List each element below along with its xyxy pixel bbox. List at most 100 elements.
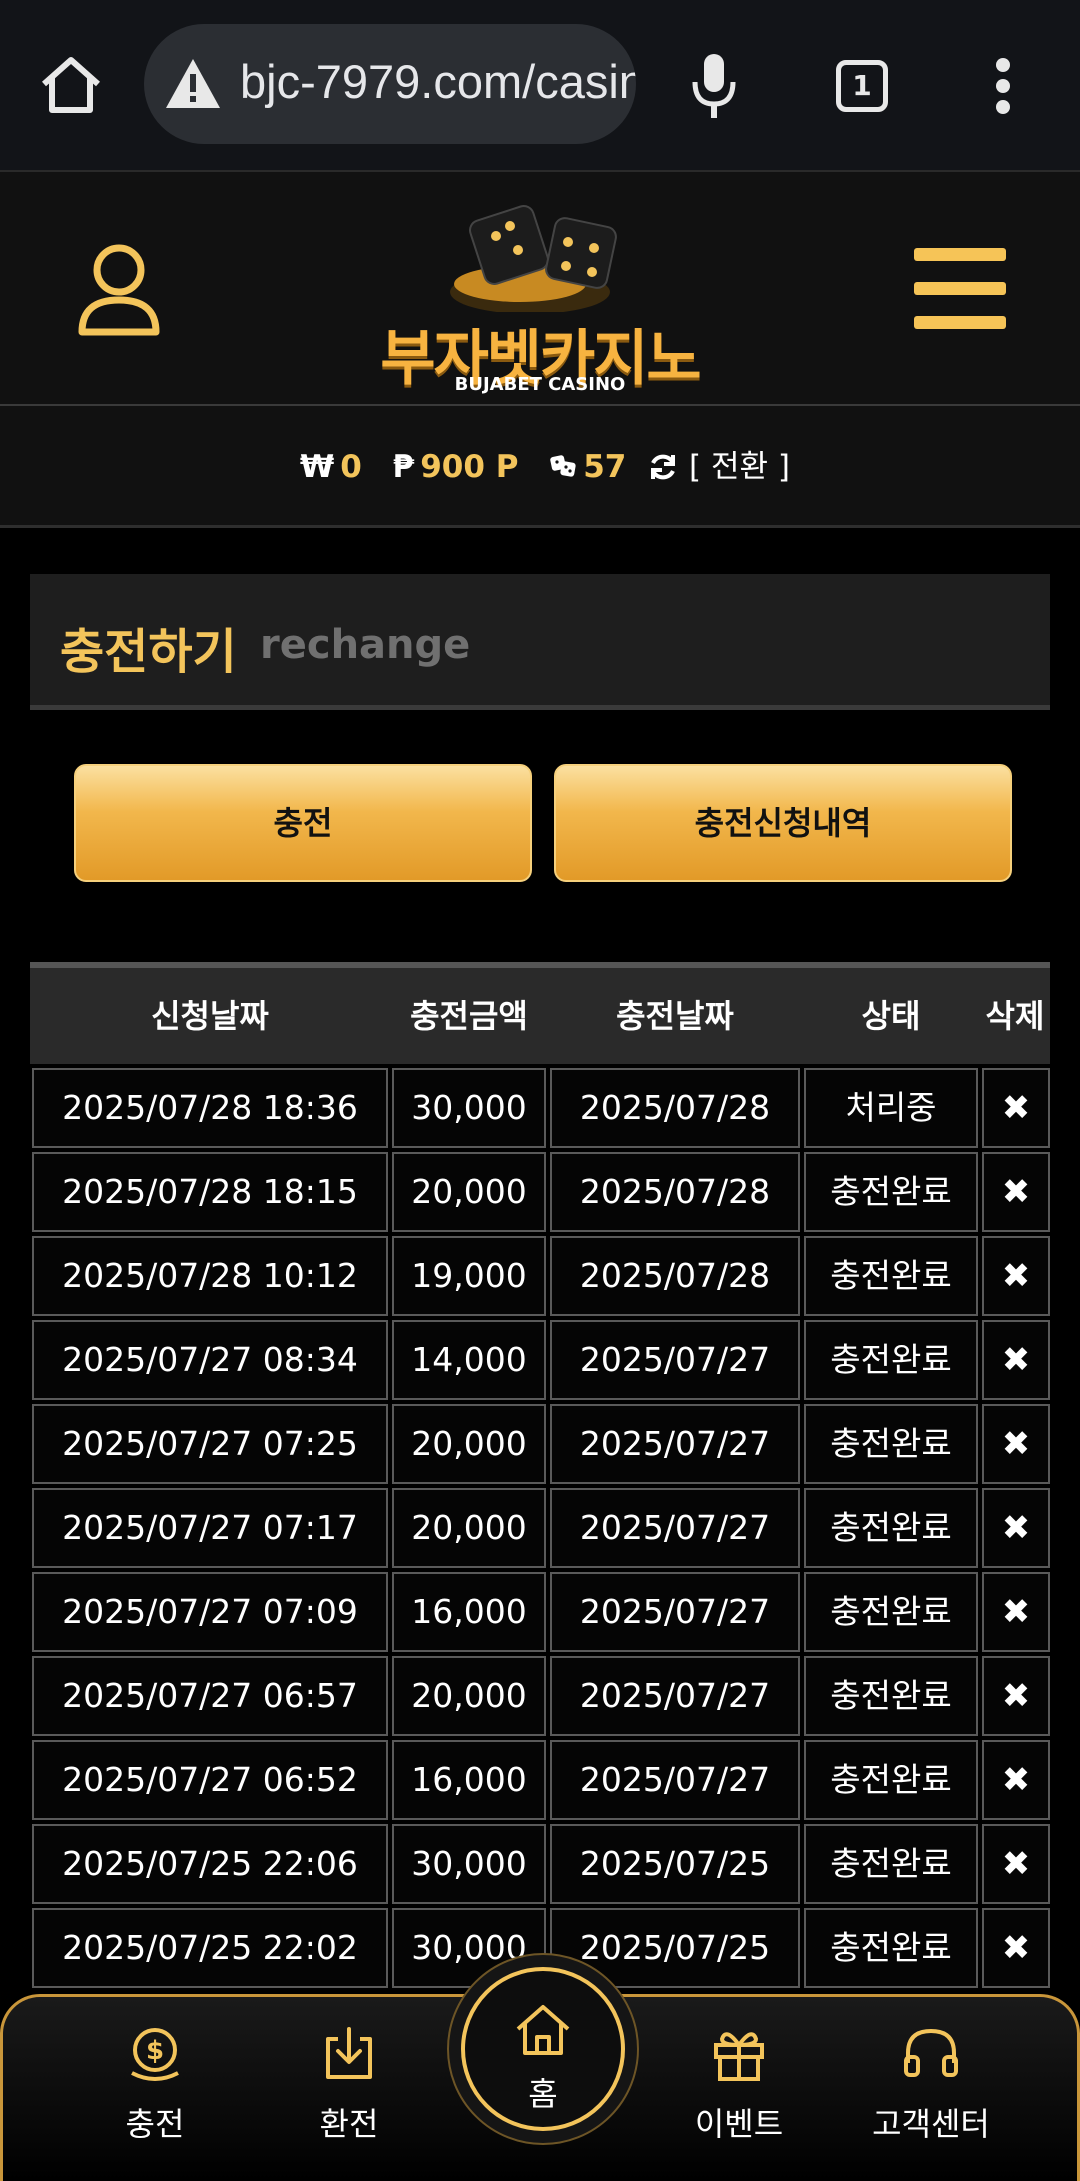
chip-balance: 57 bbox=[549, 406, 626, 528]
cell-requested-date: 2025/07/28 18:15 bbox=[32, 1152, 388, 1232]
nav-label: 고객센터 bbox=[872, 2105, 990, 2143]
microphone-icon[interactable] bbox=[690, 50, 738, 120]
cell-status: 충전완료 bbox=[804, 1320, 978, 1400]
nav-withdraw[interactable]: 환전 bbox=[269, 2023, 429, 2145]
cell-status: 충전완료 bbox=[804, 1404, 978, 1484]
cell-status: 충전완료 bbox=[804, 1488, 978, 1568]
delete-icon[interactable]: ✖ bbox=[982, 1656, 1050, 1736]
table-row: 2025/07/25 22:06 30,000 2025/07/25 충전완료 ✖ bbox=[30, 1820, 1050, 1904]
cell-amount: 30,000 bbox=[392, 1068, 546, 1148]
delete-icon[interactable]: ✖ bbox=[982, 1068, 1050, 1148]
cell-requested-date: 2025/07/27 07:17 bbox=[32, 1488, 388, 1568]
site-logo[interactable]: 부자벳카지노 BUJABET CASINO bbox=[380, 192, 702, 395]
section-title: 충전하기 bbox=[60, 624, 237, 680]
cell-charged-date: 2025/07/27 bbox=[550, 1740, 800, 1820]
download-icon bbox=[326, 2027, 372, 2079]
won-icon: ₩ bbox=[300, 449, 335, 485]
nav-label: 충전 bbox=[125, 2105, 185, 2143]
nav-label: 홈 bbox=[528, 2075, 558, 2113]
cell-charged-date: 2025/07/27 bbox=[550, 1656, 800, 1736]
switch-label: [ 전환 ] bbox=[689, 449, 790, 485]
delete-icon[interactable]: ✖ bbox=[982, 1236, 1050, 1316]
balance-bar: ₩0 ₱ 900 P 57 [ 전환 ] bbox=[0, 406, 1080, 528]
cell-charged-date: 2025/07/27 bbox=[550, 1488, 800, 1568]
table-header: 신청날짜 충전금액 충전날짜 상태 삭제 bbox=[30, 962, 1050, 1064]
table-body: 2025/07/28 18:36 30,000 2025/07/28 처리중 ✖ 2025… bbox=[30, 1064, 1050, 1988]
bottom-nav: $ 충전 환전 홈 이벤트 고객센터 bbox=[0, 1953, 1080, 2181]
nav-event[interactable]: 이벤트 bbox=[659, 2023, 819, 2145]
column-header: 충전금액 bbox=[410, 997, 528, 1035]
switch-button[interactable]: [ 전환 ] bbox=[647, 406, 790, 528]
cell-requested-date: 2025/07/27 06:52 bbox=[32, 1740, 388, 1820]
delete-icon[interactable]: ✖ bbox=[982, 1908, 1050, 1988]
cell-charged-date: 2025/07/27 bbox=[550, 1320, 800, 1400]
dollar-coin-icon: $ bbox=[131, 2028, 179, 2081]
table-row: 2025/07/27 06:57 20,000 2025/07/27 충전완료 ✖ bbox=[30, 1652, 1050, 1736]
cell-amount: 30,000 bbox=[392, 1824, 546, 1904]
dice-logo-icon bbox=[450, 205, 617, 312]
cell-charged-date: 2025/07/27 bbox=[550, 1572, 800, 1652]
charge-button[interactable]: 충전 bbox=[74, 764, 532, 882]
charge-history-table: 신청날짜 충전금액 충전날짜 상태 삭제 2025/07/28 18:36 30,… bbox=[30, 962, 1050, 1988]
table-row: 2025/07/27 06:52 16,000 2025/07/27 충전완료 ✖ bbox=[30, 1736, 1050, 1820]
table-row: 2025/07/28 10:12 19,000 2025/07/28 충전완료 ✖ bbox=[30, 1232, 1050, 1316]
delete-icon[interactable]: ✖ bbox=[982, 1320, 1050, 1400]
column-header: 충전날짜 bbox=[616, 997, 734, 1035]
cell-charged-date: 2025/07/28 bbox=[550, 1152, 800, 1232]
cell-charged-date: 2025/07/25 bbox=[550, 1824, 800, 1904]
delete-icon[interactable]: ✖ bbox=[982, 1404, 1050, 1484]
column-header: 상태 bbox=[861, 997, 921, 1035]
svg-text:$: $ bbox=[146, 2036, 164, 2066]
cell-charged-date: 2025/07/28 bbox=[550, 1236, 800, 1316]
dice-icon bbox=[550, 455, 576, 477]
charge-history-button[interactable]: 충전신청내역 bbox=[554, 764, 1012, 882]
cell-requested-date: 2025/07/27 07:25 bbox=[32, 1404, 388, 1484]
url-text: bjc-7979.com/casino bbox=[240, 55, 636, 108]
site-header: 부자벳카지노 BUJABET CASINO bbox=[0, 170, 1080, 406]
browser-home-icon[interactable] bbox=[38, 52, 104, 118]
table-row: 2025/07/27 07:09 16,000 2025/07/27 충전완료 ✖ bbox=[30, 1568, 1050, 1652]
column-header: 삭제 bbox=[985, 997, 1045, 1035]
cell-status: 충전완료 bbox=[804, 1152, 978, 1232]
cell-requested-date: 2025/07/25 22:06 bbox=[32, 1824, 388, 1904]
hamburger-menu-icon[interactable] bbox=[914, 248, 1006, 330]
address-bar[interactable]: bjc-7979.com/casino bbox=[144, 24, 636, 144]
nav-home[interactable]: 홈 bbox=[461, 1967, 625, 2131]
cell-amount: 16,000 bbox=[392, 1572, 546, 1652]
browser-menu-icon[interactable] bbox=[996, 58, 1012, 114]
user-icon[interactable] bbox=[76, 242, 162, 338]
delete-icon[interactable]: ✖ bbox=[982, 1824, 1050, 1904]
browser-toolbar: bjc-7979.com/casino 1 bbox=[0, 0, 1080, 170]
nav-support[interactable]: 고객센터 bbox=[851, 2023, 1011, 2145]
delete-icon[interactable]: ✖ bbox=[982, 1152, 1050, 1232]
table-row: 2025/07/27 08:34 14,000 2025/07/27 충전완료 ✖ bbox=[30, 1316, 1050, 1400]
cell-status: 처리중 bbox=[804, 1068, 978, 1148]
warning-icon bbox=[166, 59, 220, 108]
delete-icon[interactable]: ✖ bbox=[982, 1740, 1050, 1820]
cell-requested-date: 2025/07/28 10:12 bbox=[32, 1236, 388, 1316]
table-row: 2025/07/28 18:15 20,000 2025/07/28 충전완료 ✖ bbox=[30, 1148, 1050, 1232]
cell-amount: 20,000 bbox=[392, 1656, 546, 1736]
nav-label: 환전 bbox=[319, 2105, 379, 2143]
logo-subtitle: BUJABET CASINO bbox=[454, 374, 626, 395]
table-row: 2025/07/27 07:25 20,000 2025/07/27 충전완료 ✖ bbox=[30, 1400, 1050, 1484]
cell-amount: 20,000 bbox=[392, 1404, 546, 1484]
cell-charged-date: 2025/07/27 bbox=[550, 1404, 800, 1484]
nav-charge[interactable]: $ 충전 bbox=[75, 2023, 235, 2145]
cell-status: 충전완료 bbox=[804, 1656, 978, 1736]
point-balance: ₱ 900 P bbox=[392, 449, 519, 485]
table-row: 2025/07/27 07:17 20,000 2025/07/27 충전완료 ✖ bbox=[30, 1484, 1050, 1568]
column-header: 신청날짜 bbox=[151, 997, 269, 1035]
point-icon: ₱ bbox=[392, 449, 415, 485]
refresh-icon bbox=[651, 454, 676, 480]
cell-requested-date: 2025/07/27 07:09 bbox=[32, 1572, 388, 1652]
delete-icon[interactable]: ✖ bbox=[982, 1572, 1050, 1652]
tab-switcher-button[interactable]: 1 bbox=[836, 60, 888, 112]
cell-requested-date: 2025/07/27 08:34 bbox=[32, 1320, 388, 1400]
won-balance: ₩0 bbox=[300, 449, 362, 485]
cell-requested-date: 2025/07/27 06:57 bbox=[32, 1656, 388, 1736]
delete-icon[interactable]: ✖ bbox=[982, 1488, 1050, 1568]
cell-status: 충전완료 bbox=[804, 1824, 978, 1904]
cell-amount: 14,000 bbox=[392, 1320, 546, 1400]
cell-status: 충전완료 bbox=[804, 1236, 978, 1316]
